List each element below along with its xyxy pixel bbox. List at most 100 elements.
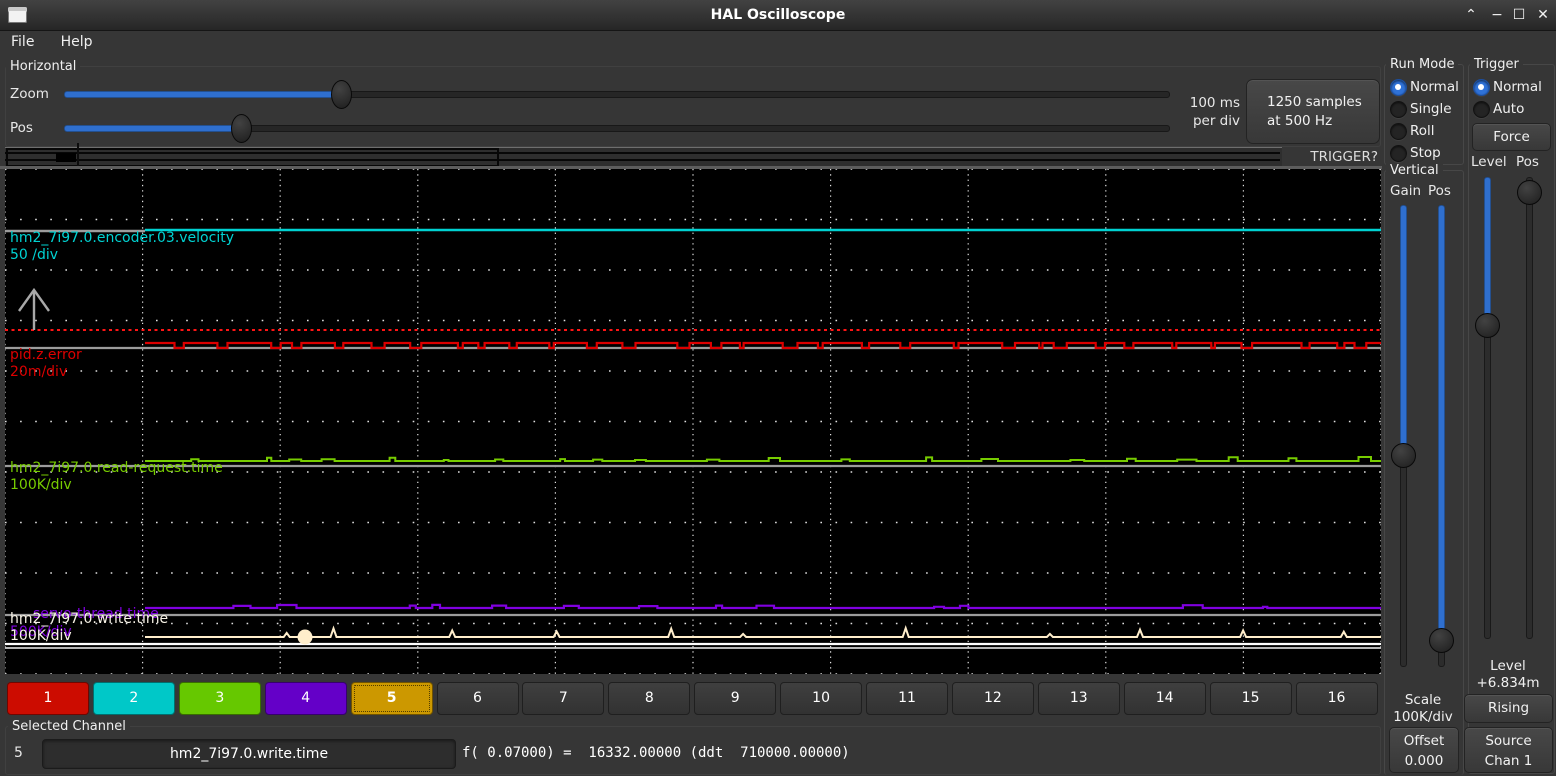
- selected-channel-number: 5: [14, 745, 23, 761]
- channel-button-11[interactable]: 11: [866, 682, 948, 715]
- channel-button-9[interactable]: 9: [694, 682, 776, 715]
- pos-label: Pos: [10, 120, 33, 136]
- run-mode-radio-single[interactable]: [1390, 101, 1407, 118]
- vertical-pos-slider-handle[interactable]: [1429, 628, 1454, 653]
- samples-rate: at 500 Hz: [1267, 112, 1379, 131]
- time-per-div-unit: per div: [1150, 112, 1240, 130]
- trigger-source-value: Chan 1: [1465, 751, 1552, 771]
- trigger-pos-col-label: Pos: [1516, 154, 1539, 170]
- vertical-pos-col-label: Pos: [1428, 183, 1451, 199]
- scope-channel5-scale: 100K/div: [10, 628, 168, 645]
- scope-channel5-name: hm2_7i97.0.write.time: [10, 611, 168, 628]
- scope-channel1-scale: 20m/div: [10, 364, 82, 381]
- time-per-div: 100 ms per div: [1150, 94, 1240, 130]
- trigger-level-caption: Level: [1464, 658, 1552, 674]
- scope-channel2-label: hm2_7i97.0.encoder.03.velocity 50 /div: [10, 230, 234, 263]
- run-mode-frame-label: Run Mode: [1386, 57, 1458, 72]
- trigger-pos-slider-handle[interactable]: [1517, 180, 1542, 205]
- channel-button-16[interactable]: 16: [1296, 682, 1378, 715]
- trigger-level-col-label: Level: [1471, 154, 1507, 170]
- trigger-auto-label[interactable]: Auto: [1493, 101, 1524, 117]
- halscope-window: HAL Oscilloscope ⌃ − ☐ ✕ File Help Horiz…: [0, 0, 1556, 776]
- pos-slider-fill: [64, 125, 242, 132]
- zoom-slider-fill: [64, 91, 342, 98]
- run-mode-radio-normal[interactable]: [1390, 79, 1407, 96]
- record-position-bar[interactable]: [5, 147, 1282, 168]
- trigger-level-slider-fill: [1484, 177, 1491, 327]
- time-per-div-value: 100 ms: [1150, 94, 1240, 112]
- window-title: HAL Oscilloscope: [0, 0, 1556, 30]
- scope-display[interactable]: servo-thread.time 500K/div hm2_7i97.0.en…: [5, 169, 1381, 674]
- trigger-source-caption: Source: [1465, 731, 1552, 751]
- pos-slider-handle[interactable]: [231, 114, 252, 143]
- channel-button-13[interactable]: 13: [1038, 682, 1120, 715]
- channel-button-14[interactable]: 14: [1124, 682, 1206, 715]
- menu-file[interactable]: File: [0, 31, 45, 53]
- selected-channel-frame-label: Selected Channel: [8, 719, 130, 734]
- channel-button-7[interactable]: 7: [522, 682, 604, 715]
- vertical-gain-slider-handle[interactable]: [1391, 443, 1416, 468]
- force-button[interactable]: Force: [1472, 123, 1551, 151]
- channel-button-4[interactable]: 4: [265, 682, 347, 715]
- samples-count: 1250 samples: [1267, 93, 1379, 112]
- vertical-frame-label: Vertical: [1386, 163, 1443, 178]
- channel-button-12[interactable]: 12: [952, 682, 1034, 715]
- menu-help[interactable]: Help: [50, 31, 104, 53]
- scope-channel3-scale: 100K/div: [10, 477, 223, 494]
- vertical-offset-caption: Offset: [1390, 731, 1458, 751]
- trigger-pos-slider-track[interactable]: [1526, 177, 1533, 639]
- run-mode-normal-label[interactable]: Normal: [1410, 79, 1459, 95]
- vertical-offset-value: 0.000: [1390, 751, 1458, 771]
- horizontal-frame-label: Horizontal: [6, 59, 80, 74]
- channel-button-1[interactable]: 1: [7, 682, 89, 715]
- trigger-level-slider-handle[interactable]: [1475, 313, 1500, 338]
- vertical-pos-slider-fill: [1438, 205, 1445, 642]
- run-mode-stop-label[interactable]: Stop: [1410, 145, 1441, 161]
- run-mode-radio-stop[interactable]: [1390, 145, 1407, 162]
- trigger-frame-label: Trigger: [1470, 57, 1523, 72]
- close-icon[interactable]: ✕: [1532, 0, 1554, 30]
- trigger-radio-auto[interactable]: [1473, 101, 1490, 118]
- scope-channel3-label: hm2_7i97.0.read-request.time 100K/div: [10, 460, 223, 493]
- trigger-level-value: +6.834m: [1464, 675, 1552, 691]
- vertical-frame: [1384, 170, 1464, 775]
- zoom-label: Zoom: [10, 86, 49, 102]
- trigger-source-button[interactable]: Source Chan 1: [1464, 727, 1553, 773]
- channel-button-3[interactable]: 3: [179, 682, 261, 715]
- vertical-offset-button[interactable]: Offset 0.000: [1389, 727, 1459, 773]
- trigger-edge-button[interactable]: Rising: [1464, 694, 1553, 723]
- run-mode-single-label[interactable]: Single: [1410, 101, 1452, 117]
- record-view-window[interactable]: [6, 148, 499, 167]
- channel-button-10[interactable]: 10: [780, 682, 862, 715]
- trigger-radio-normal[interactable]: [1473, 79, 1490, 96]
- samples-button[interactable]: 1250 samples at 500 Hz: [1246, 79, 1380, 144]
- vertical-scale-value: 100K/div: [1384, 709, 1462, 725]
- channel-button-row: 12345678910111213141516: [0, 682, 1390, 715]
- scope-channel2-name: hm2_7i97.0.encoder.03.velocity: [10, 230, 234, 247]
- vertical-gain-slider-fill: [1400, 205, 1407, 457]
- selected-channel-name-field[interactable]: hm2_7i97.0.write.time: [42, 739, 456, 769]
- record-progress-segment: [56, 153, 76, 162]
- channel-button-5[interactable]: 5: [351, 682, 433, 715]
- trigger-normal-label[interactable]: Normal: [1493, 79, 1542, 95]
- run-mode-roll-label[interactable]: Roll: [1410, 123, 1435, 139]
- channel-button-6[interactable]: 6: [437, 682, 519, 715]
- scope-channel3-name: hm2_7i97.0.read-request.time: [10, 460, 223, 477]
- channel-button-2[interactable]: 2: [93, 682, 175, 715]
- maximize-icon[interactable]: ☐: [1508, 0, 1530, 30]
- scope-channel1-label: pid.z.error 20m/div: [10, 347, 82, 380]
- title-bar[interactable]: HAL Oscilloscope ⌃ − ☐ ✕: [0, 0, 1556, 31]
- run-mode-radio-roll[interactable]: [1390, 123, 1407, 140]
- selected-channel-readout: f( 0.07000) = 16332.00000 (ddt 710000.00…: [462, 745, 850, 761]
- channel-button-15[interactable]: 15: [1210, 682, 1292, 715]
- scope-channel5-label: hm2_7i97.0.write.time 100K/div: [10, 611, 168, 644]
- zoom-slider-handle[interactable]: [331, 80, 352, 109]
- vertical-gain-col-label: Gain: [1390, 183, 1421, 199]
- shade-icon[interactable]: ⌃: [1460, 0, 1482, 30]
- minimize-icon[interactable]: −: [1486, 0, 1508, 30]
- trigger-status: TRIGGER?: [1290, 149, 1378, 165]
- channel-button-8[interactable]: 8: [608, 682, 690, 715]
- menu-bar: File Help: [0, 31, 1556, 56]
- vertical-scale-caption: Scale: [1384, 692, 1462, 708]
- scope-channel1-name: pid.z.error: [10, 347, 82, 364]
